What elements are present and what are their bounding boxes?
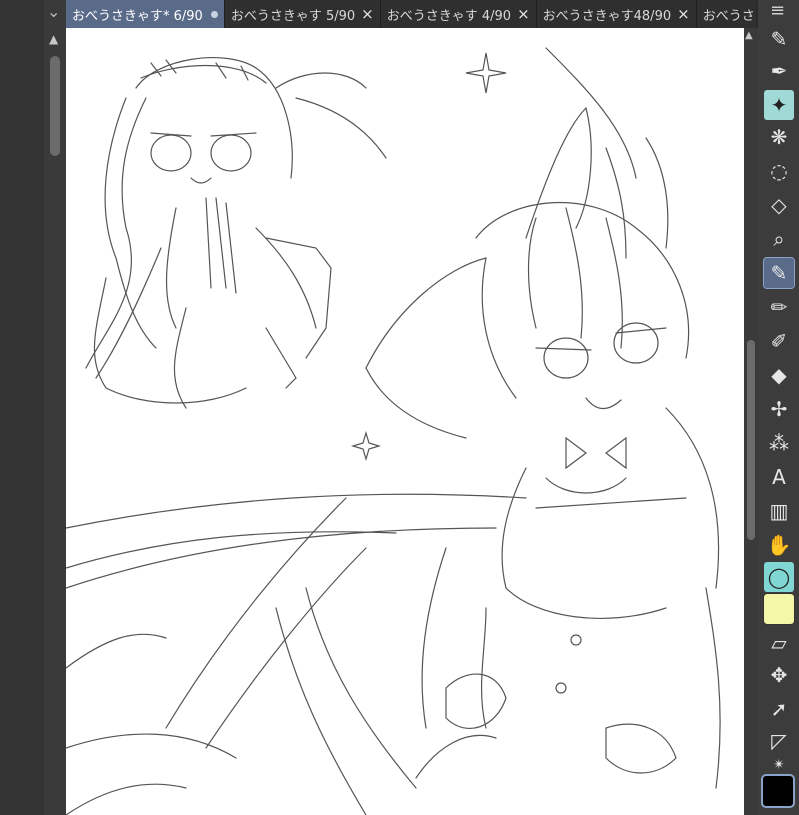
tab-document-5[interactable]: おべうさきゃす 5/90 × bbox=[225, 0, 381, 28]
zoom-icon[interactable]: ⌕ bbox=[764, 224, 794, 254]
close-icon[interactable]: × bbox=[361, 5, 374, 23]
more-tools-icon[interactable]: ✴ bbox=[764, 754, 794, 776]
scrollbar-thumb[interactable] bbox=[50, 56, 60, 156]
eyedropper-icon[interactable]: ✎ bbox=[764, 24, 794, 54]
tab-document-6[interactable]: おべうさきゃす* 6/90 bbox=[66, 0, 225, 28]
blend-icon[interactable]: ✢ bbox=[764, 394, 794, 424]
left-vertical-scrollbar[interactable]: ▲ bbox=[44, 28, 66, 815]
color-swatch-icon[interactable] bbox=[763, 593, 795, 625]
hand-icon[interactable]: ✋ bbox=[764, 530, 794, 560]
tab-label: おべうさきゃす 5/90 bbox=[230, 8, 356, 24]
menu-icon[interactable]: ≡ bbox=[770, 0, 785, 21]
scroll-up-icon[interactable]: ▲ bbox=[49, 32, 58, 46]
tool-palette: ≡ ✎ ✒ ✦ ❋ ◌ ◇ ⌕ ✎ ✏ ✐ ◆ ✢ ⁂ A ▥ ✋ ◯ ▱ ✥ … bbox=[758, 0, 799, 815]
current-color-swatch[interactable] bbox=[761, 774, 795, 808]
text-icon[interactable]: A bbox=[764, 462, 794, 492]
panel-collapse-zone[interactable]: ⌄ bbox=[44, 0, 66, 28]
frame-icon[interactable]: ▥ bbox=[764, 496, 794, 526]
lasso-icon[interactable]: ◌ bbox=[764, 156, 794, 186]
tab-label: おべうさきゃす48/90 bbox=[542, 8, 672, 24]
tab-label: おべうさきゃす* 6/90 bbox=[72, 8, 203, 24]
close-icon[interactable]: × bbox=[677, 5, 690, 23]
canvas-vertical-scrollbar[interactable]: ▲ bbox=[744, 28, 758, 815]
pen-icon[interactable]: ✒ bbox=[764, 56, 794, 86]
select-object-icon[interactable]: ➚ bbox=[764, 694, 794, 724]
pencil-icon[interactable]: ✎ bbox=[763, 257, 795, 289]
ruler-icon[interactable]: ◸ bbox=[764, 726, 794, 756]
left-panel bbox=[0, 0, 44, 815]
speech-balloon-icon[interactable]: ◯ bbox=[764, 562, 794, 592]
tab-label: おべうさきゃす37/90 bbox=[702, 8, 756, 24]
tab-document-48[interactable]: おべうさきゃす48/90 × bbox=[537, 0, 697, 28]
sparkle-brush-icon[interactable]: ✦ bbox=[764, 90, 794, 120]
document-tab-bar: おべうさきゃす* 6/90 おべうさきゃす 5/90 × おべうさきゃす 4/9… bbox=[66, 0, 756, 28]
fill-icon[interactable]: ◆ bbox=[764, 360, 794, 390]
sketch-drawing bbox=[66, 47, 721, 815]
move-icon[interactable]: ✥ bbox=[764, 660, 794, 690]
unsaved-dot-icon bbox=[210, 10, 218, 18]
eraser-icon[interactable]: ◇ bbox=[764, 190, 794, 220]
airbrush-icon[interactable]: ⁂ bbox=[764, 428, 794, 458]
drawing-canvas[interactable] bbox=[66, 28, 744, 815]
scroll-up-icon[interactable]: ▲ bbox=[745, 30, 753, 41]
tab-document-37[interactable]: おべうさきゃす37/90 × bbox=[697, 0, 756, 28]
tab-document-4[interactable]: おべうさきゃす 4/90 × bbox=[381, 0, 537, 28]
layer-icon[interactable]: ▱ bbox=[764, 628, 794, 658]
scrollbar-thumb[interactable] bbox=[747, 340, 755, 540]
close-icon[interactable]: × bbox=[517, 5, 530, 23]
decoration-brush-icon[interactable]: ❋ bbox=[764, 122, 794, 152]
chevron-down-icon[interactable]: ⌄ bbox=[47, 2, 60, 21]
marker-icon[interactable]: ✐ bbox=[764, 326, 794, 356]
tab-label: おべうさきゃす 4/90 bbox=[386, 8, 512, 24]
brush-icon[interactable]: ✏ bbox=[764, 292, 794, 322]
